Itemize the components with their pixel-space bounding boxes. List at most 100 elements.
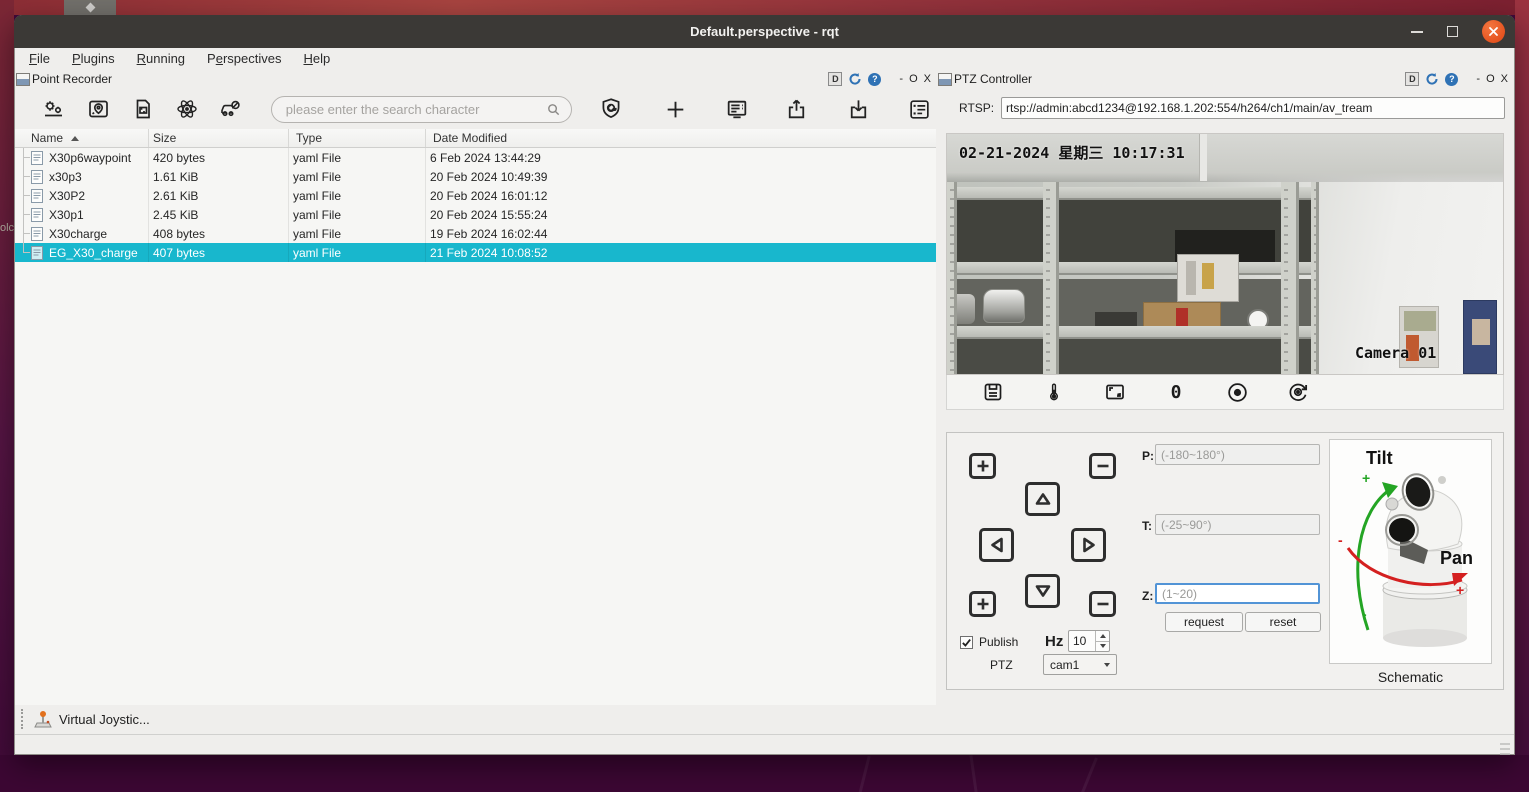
toolbar-drag-handle[interactable] (21, 709, 25, 729)
resize-grip[interactable] (1500, 743, 1510, 757)
title-bar[interactable]: Default.perspective - rqt (14, 15, 1515, 48)
shield-search-button[interactable] (594, 94, 628, 124)
add-button[interactable] (659, 94, 693, 124)
yaml-file-icon (31, 170, 43, 184)
task-list-button[interactable] (903, 94, 937, 124)
pan-left-button[interactable] (979, 528, 1014, 562)
table-row[interactable]: X30charge408 bytesyaml File19 Feb 2024 1… (15, 224, 936, 243)
menu-plugins[interactable]: Plugins (72, 51, 115, 66)
hz-increase-button[interactable] (1096, 631, 1109, 641)
tilt-input[interactable] (1155, 514, 1320, 535)
fullscreen-icon (1103, 380, 1127, 404)
export-button[interactable] (779, 94, 813, 124)
waypoint-map-button[interactable] (82, 94, 116, 124)
fullscreen-button[interactable] (1101, 378, 1129, 406)
request-button[interactable]: request (1165, 612, 1243, 632)
dock-button[interactable]: D (828, 72, 842, 86)
dock-minimize-button[interactable]: - (899, 73, 903, 85)
column-header-size[interactable]: Size (149, 129, 289, 147)
ptz-controller-header[interactable]: PTZ Controller D ? - O X (938, 69, 1510, 89)
menu-help[interactable]: Help (303, 51, 330, 66)
menu-running[interactable]: Running (137, 51, 185, 66)
dock-restore-button[interactable]: O (1486, 73, 1495, 85)
temperature-button[interactable] (1040, 378, 1068, 406)
download-icon (846, 97, 871, 122)
list-display-button[interactable] (720, 94, 754, 124)
column-header-date[interactable]: Date Modified (426, 129, 936, 147)
publish-label: Publish (979, 635, 1018, 649)
record-button[interactable] (1223, 378, 1251, 406)
maximize-button[interactable] (1447, 26, 1458, 37)
hz-input[interactable] (1069, 631, 1095, 651)
publish-checkbox[interactable] (960, 636, 973, 649)
virtual-joystick-label[interactable]: Virtual Joystic... (59, 712, 150, 727)
search-input[interactable] (286, 102, 546, 117)
desktop-bottom-strip (0, 755, 1529, 792)
zoom-in-button[interactable] (969, 453, 996, 479)
menu-perspectives[interactable]: Perspectives (207, 51, 281, 66)
desktop-top-strip (0, 0, 1529, 15)
dock-close-button[interactable]: X (924, 73, 931, 85)
pan-minus-mark: - (1338, 532, 1343, 548)
reload-icon[interactable] (848, 72, 862, 86)
import-button[interactable] (841, 94, 875, 124)
file-type-cell: yaml File (289, 167, 426, 186)
dock-minimize-button[interactable]: - (1476, 73, 1480, 85)
snapshot-save-button[interactable] (979, 378, 1007, 406)
dock-close-button[interactable]: X (1501, 73, 1508, 85)
menu-file[interactable]: File (29, 51, 50, 66)
column-header-type[interactable]: Type (289, 129, 426, 147)
column-header-name[interactable]: Name (15, 129, 149, 147)
tree-branch-line (23, 157, 30, 158)
focus-in-button[interactable] (969, 591, 996, 617)
atom-button[interactable] (170, 94, 204, 124)
zoom-input[interactable] (1155, 583, 1320, 604)
close-button[interactable] (1482, 20, 1505, 43)
pan-right-button[interactable] (1071, 528, 1106, 562)
settings-button[interactable] (37, 94, 71, 124)
focus-out-button[interactable] (1089, 591, 1116, 617)
camera-select-dropdown[interactable]: cam1 (1043, 654, 1117, 675)
table-row[interactable]: X30p6waypoint420 bytesyaml File6 Feb 202… (15, 148, 936, 167)
hz-decrease-button[interactable] (1096, 641, 1109, 652)
help-icon[interactable]: ? (1445, 73, 1458, 86)
camera-scene-item (1095, 312, 1137, 326)
point-recorder-header[interactable]: Point Recorder D ? - O X (15, 69, 936, 89)
pan-input[interactable] (1155, 444, 1320, 465)
search-box[interactable] (271, 96, 572, 123)
dock-button[interactable]: D (1405, 72, 1419, 86)
tilt-up-button[interactable] (1025, 482, 1060, 516)
ptz-spin-button[interactable] (1284, 378, 1312, 406)
atom-icon (174, 97, 200, 121)
camera-toolbar: 0 (946, 375, 1504, 410)
table-row[interactable]: X30p12.45 KiByaml File20 Feb 2024 15:55:… (15, 205, 936, 224)
yaml-file-icon (31, 208, 43, 222)
zoom-out-button[interactable] (1089, 453, 1116, 479)
vehicle-block-button[interactable] (213, 94, 247, 124)
table-row[interactable]: EG_X30_charge407 bytesyaml File21 Feb 20… (15, 243, 936, 262)
wallpaper-line (1065, 757, 1098, 792)
reset-button[interactable]: reset (1245, 612, 1321, 632)
tilt-down-button[interactable] (1025, 574, 1060, 608)
dock-widget-icon (16, 73, 30, 86)
close-icon (1488, 26, 1499, 37)
help-icon[interactable]: ? (868, 73, 881, 86)
tilt-label: Tilt (1366, 448, 1393, 469)
hz-spinbox[interactable] (1068, 630, 1110, 652)
save-file-button[interactable] (126, 94, 160, 124)
camera-video-view[interactable]: 02-21-2024 星期三 10:17:31 Camera 01 (946, 133, 1504, 375)
save-file-icon (131, 97, 155, 121)
minimize-button[interactable] (1411, 31, 1423, 33)
dock-restore-button[interactable]: O (909, 73, 918, 85)
shield-search-icon (598, 96, 624, 122)
file-date-cell: 20 Feb 2024 16:01:12 (426, 186, 936, 205)
reload-icon[interactable] (1425, 72, 1439, 86)
yaml-file-icon (31, 189, 43, 203)
file-date-cell: 21 Feb 2024 10:08:52 (426, 243, 936, 262)
table-row[interactable]: x30p31.61 KiByaml File20 Feb 2024 10:49:… (15, 167, 936, 186)
rtsp-input[interactable] (1001, 97, 1505, 119)
table-row[interactable]: X30P22.61 KiByaml File20 Feb 2024 16:01:… (15, 186, 936, 205)
camera-scene-shelf-post (1311, 182, 1319, 375)
pan-label: Pan (1440, 548, 1473, 569)
tree-guide-line (23, 148, 24, 253)
